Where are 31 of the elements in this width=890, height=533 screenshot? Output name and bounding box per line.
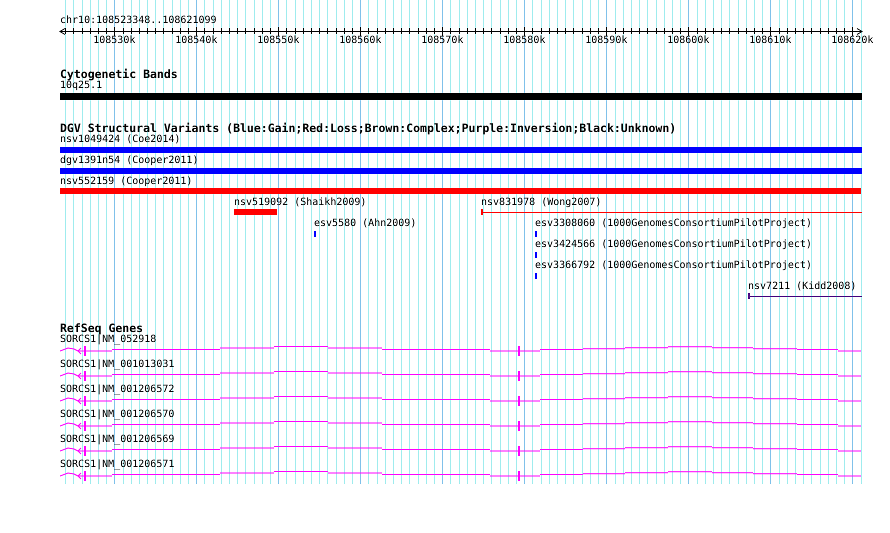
ruler-tick-label: 108530k [93,35,136,47]
variant-label: esv5580 (Ahn2009) [314,218,416,230]
track-title: RefSeq Genes [60,322,144,335]
gene-label: SORCS1|NM_001206570 [60,409,174,421]
variant-label: nsv831978 (Wong2007) [481,197,602,209]
gene-label: SORCS1|NM_001206572 [60,384,174,396]
band-label: 10q25.1 [60,80,102,92]
variant-label: esv3424566 (1000GenomesConsortiumPilotProject) [535,239,812,251]
ruler-range-label: chr10:108523348..108621099 [60,15,217,27]
gene-label: SORCS1|NM_001206569 [60,434,174,446]
gene-label: SORCS1|NM_052918 [60,334,156,346]
ruler-tick-label: 108540k [175,35,218,47]
ruler-tick-label: 108550k [257,35,300,47]
variant-label: nsv7211 (Kidd2008) [748,281,856,293]
variant-label: dgv1391n54 (Cooper2011) [60,155,198,167]
variant-label: nsv1049424 (Coe2014) [60,134,180,146]
ruler-tick-label: 108580k [503,35,546,47]
variant-label: esv3308060 (1000GenomesConsortiumPilotProject) [535,218,812,230]
variant-label: nsv552159 (Cooper2011) [60,176,192,188]
variant-label: esv3366792 (1000GenomesConsortiumPilotProject) [535,260,812,272]
ruler-tick-label: 108560k [339,35,382,47]
variant-label: nsv519092 (Shaikh2009) [234,197,366,209]
ruler-tick-label: 108620k [831,35,874,47]
gene-label: SORCS1|NM_001013031 [60,359,174,371]
ruler-tick-label: 108610k [749,35,792,47]
ruler-tick-label: 108600k [667,35,710,47]
ruler-tick-label: 108590k [585,35,628,47]
track-title: Cytogenetic Bands [60,68,178,81]
ruler-tick-label: 108570k [421,35,464,47]
gene-label: SORCS1|NM_001206571 [60,459,174,471]
track-title: DGV Structural Variants (Blue:Gain;Red:Loss;Brown:Complex;Purple:Inversion;Black:Unknown) [60,122,676,135]
